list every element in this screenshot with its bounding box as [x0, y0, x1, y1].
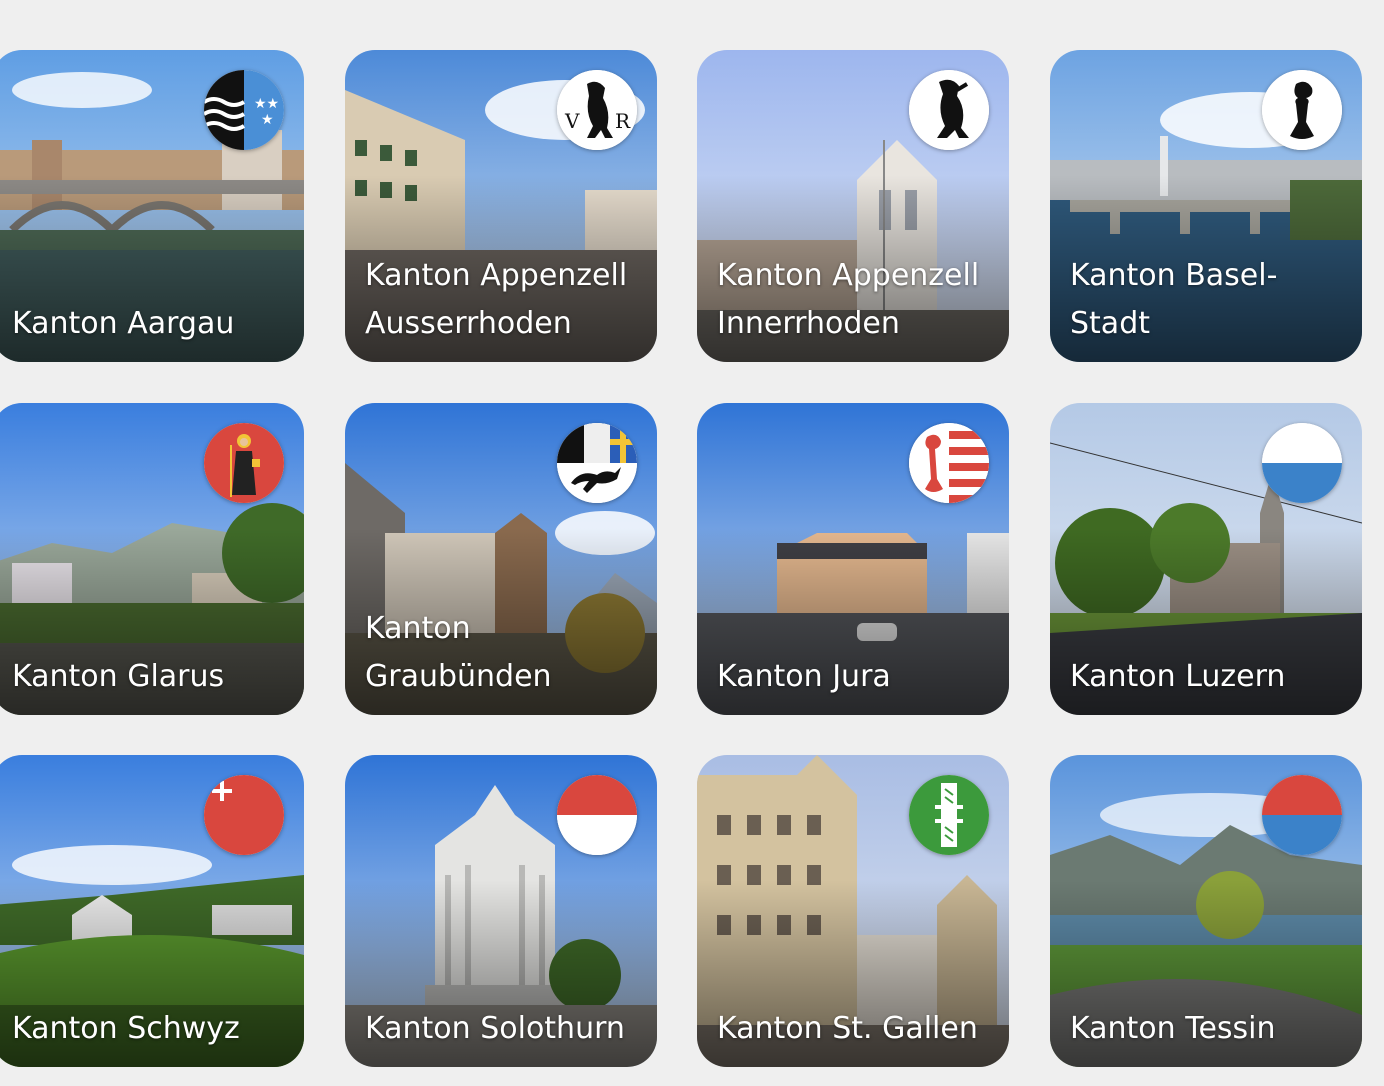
canton-grid: Kanton Aargau ★★ ★ Kanton Appenzell Auss… [0, 0, 1384, 1086]
canton-card-label: Kanton Glarus [12, 659, 225, 694]
canton-card-label: Kanton Graubünden [365, 611, 552, 694]
canton-card-st-gallen[interactable]: Kanton St. Gallen [697, 755, 1009, 1067]
canton-card-label: Kanton Basel-Stadt [1070, 258, 1278, 341]
canton-card-graubuenden[interactable]: Kanton Graubünden [345, 403, 657, 715]
schwyz-flag-icon [204, 775, 284, 855]
canton-card-aargau[interactable]: Kanton Aargau ★★ ★ [0, 50, 304, 362]
svg-text:R: R [615, 109, 631, 133]
canton-card-label: Kanton Schwyz [12, 1011, 240, 1046]
canton-card-solothurn[interactable]: Kanton Solothurn [345, 755, 657, 1067]
canton-card-appenzell-innerrhoden[interactable]: Kanton Appenzell Innerrhoden [697, 50, 1009, 362]
tessin-flag-icon [1262, 775, 1342, 855]
appenzell-innerrhoden-flag-icon [909, 70, 989, 150]
canton-card-label: Kanton Solothurn [365, 1011, 625, 1046]
canton-card-label: Kanton Luzern [1070, 659, 1286, 694]
canton-card-label: Kanton Tessin [1070, 1011, 1276, 1046]
canton-card-label: Kanton Jura [717, 659, 891, 694]
canton-card-tessin[interactable]: Kanton Tessin [1050, 755, 1362, 1067]
st-gallen-flag-icon [909, 775, 989, 855]
canton-card-label: Kanton St. Gallen [717, 1011, 978, 1046]
canton-card-schwyz[interactable]: Kanton Schwyz [0, 755, 304, 1067]
canton-card-jura[interactable]: Kanton Jura [697, 403, 1009, 715]
canton-card-label: Kanton Appenzell Ausserrhoden [365, 258, 628, 341]
jura-flag-icon [909, 423, 989, 503]
canton-card-label: Kanton Appenzell Innerrhoden [717, 258, 980, 341]
glarus-flag-icon [204, 423, 284, 503]
graubuenden-flag-icon [557, 423, 637, 503]
canton-card-label: Kanton Aargau [12, 306, 235, 341]
svg-text:★: ★ [261, 112, 274, 128]
appenzell-ausserrhoden-flag-icon: V R [557, 70, 637, 150]
svg-text:★★: ★★ [254, 96, 279, 112]
canton-card-glarus[interactable]: Kanton Glarus [0, 403, 304, 715]
solothurn-flag-icon [557, 775, 637, 855]
canton-card-appenzell-ausserrhoden[interactable]: Kanton Appenzell Ausserrhoden V R [345, 50, 657, 362]
canton-card-basel-stadt[interactable]: Kanton Basel-Stadt [1050, 50, 1362, 362]
canton-card-luzern[interactable]: Kanton Luzern [1050, 403, 1362, 715]
aargau-flag-icon: ★★ ★ [204, 70, 284, 150]
luzern-flag-icon [1262, 423, 1342, 503]
basel-stadt-flag-icon [1262, 70, 1342, 150]
svg-text:V: V [564, 109, 580, 133]
